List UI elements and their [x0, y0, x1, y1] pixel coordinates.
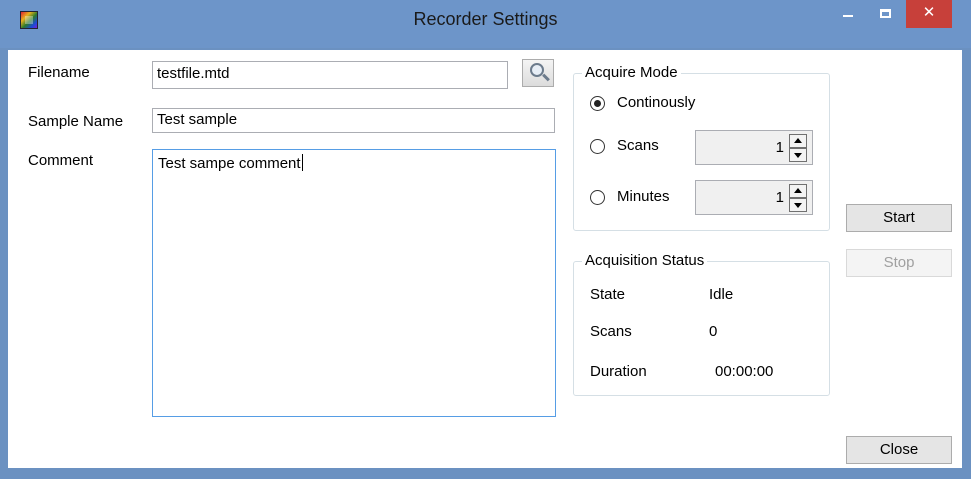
title-bar: Recorder Settings ✕	[0, 0, 971, 48]
maximize-button[interactable]	[870, 0, 900, 28]
continously-label: Continously	[617, 94, 696, 111]
scans-label: Scans	[617, 137, 659, 154]
state-label: State	[590, 286, 626, 303]
dialog-body: Filename testfile.mtd Sample Name Test s…	[8, 50, 962, 468]
maximize-icon	[879, 9, 891, 18]
duration-value: 00:00:00	[715, 363, 774, 380]
filename-input[interactable]: testfile.mtd	[152, 61, 508, 89]
minutes-spinner[interactable]: 1	[695, 180, 813, 215]
magnifier-handle-icon	[542, 73, 550, 82]
scans-status-value: 0	[709, 323, 718, 340]
minimize-icon	[843, 15, 853, 17]
sample-name-value: Test sample	[157, 111, 238, 128]
minutes-spinner-value: 1	[775, 189, 784, 206]
minutes-spin-down-icon[interactable]	[789, 198, 807, 212]
start-button[interactable]: Start	[846, 204, 952, 232]
scans-spin-up-icon[interactable]	[789, 134, 807, 148]
close-icon: ✕	[922, 4, 936, 21]
close-window-button[interactable]: ✕	[906, 0, 952, 28]
filename-label: Filename	[28, 64, 90, 81]
text-caret	[301, 154, 303, 171]
scans-status-label: Scans	[590, 323, 632, 340]
stop-button[interactable]: Stop	[846, 249, 952, 277]
radio-continously[interactable]	[590, 96, 605, 111]
scans-spinner-value: 1	[775, 139, 784, 156]
minutes-spin-up-icon[interactable]	[789, 184, 807, 198]
comment-textarea[interactable]: Test sampe comment	[152, 149, 556, 417]
comment-label: Comment	[28, 152, 94, 169]
acquire-mode-title: Acquire Mode	[582, 64, 681, 81]
acquisition-status-title: Acquisition Status	[582, 252, 708, 269]
scans-spinner[interactable]: 1	[695, 130, 813, 165]
radio-minutes[interactable]	[590, 190, 605, 205]
duration-label: Duration	[590, 363, 647, 380]
comment-value: Test sampe comment	[158, 155, 301, 172]
minutes-label: Minutes	[617, 188, 670, 205]
close-button[interactable]: Close	[846, 436, 952, 464]
sample-name-label: Sample Name	[28, 113, 124, 130]
minimize-button[interactable]	[833, 0, 863, 28]
radio-scans[interactable]	[590, 139, 605, 154]
browse-button[interactable]	[522, 59, 554, 87]
recorder-settings-window: Recorder Settings ✕ Filename testfile.mt…	[0, 0, 971, 479]
window-title: Recorder Settings	[413, 9, 558, 29]
state-value: Idle	[709, 286, 734, 303]
filename-value: testfile.mtd	[157, 65, 230, 82]
scans-spin-down-icon[interactable]	[789, 148, 807, 162]
sample-name-input[interactable]: Test sample	[152, 108, 555, 133]
